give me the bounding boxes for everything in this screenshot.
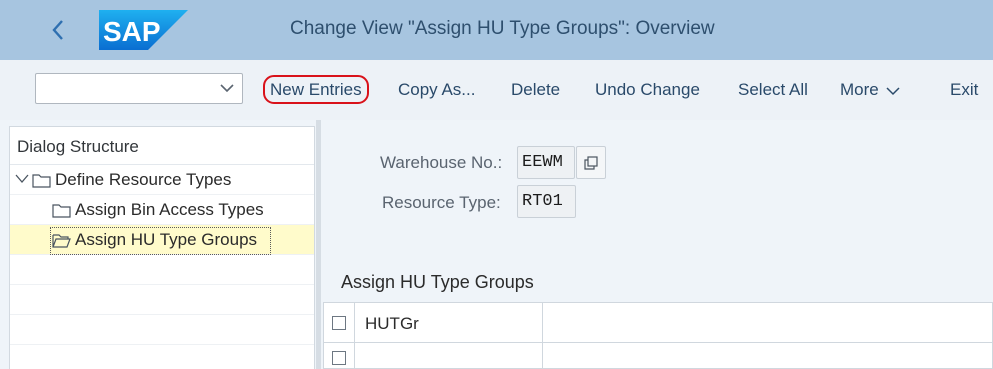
page-title: Change View "Assign HU Type Groups": Ove… bbox=[290, 18, 715, 39]
row-checkbox[interactable] bbox=[332, 351, 346, 365]
chevron-down-icon[interactable] bbox=[15, 174, 29, 184]
copy-icon bbox=[584, 155, 598, 170]
dialog-structure-title: Dialog Structure bbox=[10, 127, 314, 165]
tree-empty-row bbox=[10, 315, 314, 345]
exit-button[interactable]: Exit bbox=[950, 80, 978, 100]
tree-item-label: Assign HU Type Groups bbox=[75, 230, 258, 249]
more-label: More bbox=[840, 80, 879, 99]
folder-icon bbox=[32, 174, 51, 188]
command-select[interactable] bbox=[35, 73, 243, 104]
dialog-structure-panel: Dialog Structure Define Resource Types A… bbox=[9, 126, 315, 369]
more-button[interactable]: More bbox=[840, 80, 901, 100]
resource-type-label: Resource Type: bbox=[382, 193, 501, 212]
tree-item-assign-hu-type-groups[interactable]: Assign HU Type Groups bbox=[10, 225, 314, 255]
logo-text: SAP bbox=[103, 16, 161, 47]
new-entries-button[interactable]: New Entries bbox=[263, 75, 369, 104]
sap-logo: SAP bbox=[99, 10, 188, 50]
title-bar: SAP Change View "Assign HU Type Groups":… bbox=[0, 0, 993, 60]
select-all-rows-checkbox[interactable] bbox=[332, 316, 346, 330]
tree-item-label: Assign Bin Access Types bbox=[75, 200, 264, 219]
copy-value-button[interactable] bbox=[576, 146, 606, 179]
copy-as-button[interactable]: Copy As... bbox=[398, 80, 475, 100]
table-title: Assign HU Type Groups bbox=[341, 272, 534, 292]
toolbar: New Entries Copy As... Delete Undo Chang… bbox=[0, 60, 993, 120]
select-all-button[interactable]: Select All bbox=[738, 80, 808, 100]
tree-empty-row bbox=[10, 345, 314, 369]
chevron-left-icon bbox=[52, 20, 63, 40]
chevron-down-icon bbox=[886, 86, 900, 95]
panel-splitter[interactable] bbox=[316, 120, 321, 369]
undo-change-button[interactable]: Undo Change bbox=[595, 80, 700, 100]
tree-item-label: Define Resource Types bbox=[55, 170, 232, 189]
resource-type-field[interactable]: RT01 bbox=[517, 185, 576, 218]
tree-empty-row bbox=[10, 255, 314, 285]
tree-item-define-resource-types[interactable]: Define Resource Types bbox=[10, 165, 314, 195]
delete-button[interactable]: Delete bbox=[511, 80, 560, 100]
warehouse-label: Warehouse No.: bbox=[380, 153, 503, 172]
column-divider bbox=[542, 303, 543, 369]
tree-item-assign-bin-access-types[interactable]: Assign Bin Access Types bbox=[10, 195, 314, 225]
chevron-down-icon bbox=[220, 84, 234, 93]
folder-icon bbox=[52, 204, 71, 218]
warehouse-field[interactable]: EEWM bbox=[517, 146, 575, 179]
hu-type-groups-table: HUTGr bbox=[323, 302, 993, 369]
open-folder-icon bbox=[52, 234, 71, 248]
back-button[interactable] bbox=[44, 14, 72, 46]
header-divider bbox=[324, 342, 992, 343]
tree-empty-row bbox=[10, 285, 314, 315]
column-header-hutgr[interactable]: HUTGr bbox=[365, 314, 419, 334]
